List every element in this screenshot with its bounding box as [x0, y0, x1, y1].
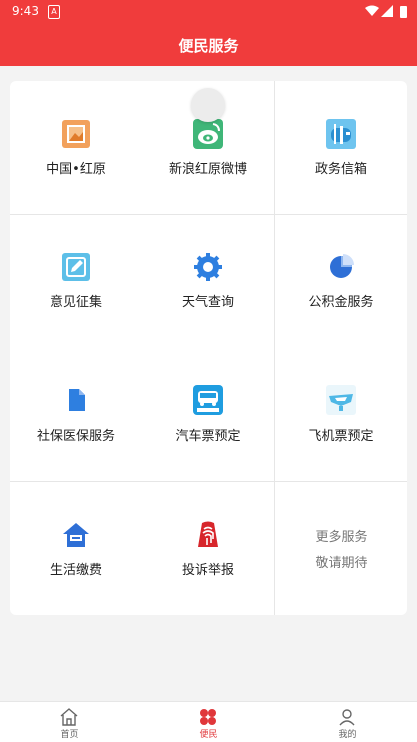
gear-icon	[194, 253, 222, 281]
airplane-icon	[326, 385, 356, 415]
service-china-hongyuan[interactable]: 中国•红原	[10, 81, 142, 214]
service-social-insurance[interactable]: 社保医保服务	[10, 347, 142, 481]
wifi-icon	[365, 5, 379, 16]
service-label: 飞机票预定	[308, 429, 374, 444]
service-housing-fund[interactable]: 公积金服务	[275, 214, 407, 347]
service-opinion[interactable]: 意见征集	[10, 214, 142, 347]
service-utility-payment[interactable]: 生活缴费	[10, 482, 142, 615]
notification-icon: A	[48, 5, 60, 19]
service-label: 新浪红原微博	[168, 162, 247, 177]
service-complaint[interactable]: 投诉举报	[142, 482, 274, 615]
status-time: 9:43	[12, 4, 39, 18]
tab-label: 我的	[338, 730, 357, 740]
page-title: 便民服务	[178, 36, 239, 55]
service-label: 意见征集	[49, 295, 102, 310]
bus-icon	[193, 385, 223, 415]
document-icon	[69, 389, 85, 411]
signal-icon	[381, 5, 393, 17]
touch-ripple	[191, 88, 225, 122]
tab-home[interactable]: 首页	[0, 702, 139, 742]
service-bus-ticket[interactable]: 汽车票预定	[142, 347, 274, 481]
house-icon	[63, 523, 89, 547]
bottom-tab-bar: 首页 便民 我的	[0, 701, 417, 742]
tab-label: 首页	[60, 730, 79, 740]
user-icon	[339, 709, 355, 726]
service-gov-mailbox[interactable]: 政务信箱	[275, 81, 407, 214]
stay-tuned-text: 敬请期待	[315, 556, 368, 571]
service-weather[interactable]: 天气查询	[142, 214, 274, 347]
status-bar: 9:43 A	[0, 0, 417, 24]
services-card: 中国•红原 新浪红原微博 政务信箱 意见征集 天气查询 公积金服务 社保医保服务…	[10, 81, 407, 615]
mailbox-icon	[326, 119, 356, 149]
tab-label: 便民	[199, 730, 218, 740]
home-icon	[60, 708, 78, 726]
more-services-text: 更多服务	[315, 530, 368, 545]
grid-icon	[200, 709, 216, 725]
page-title-bar: 便民服务	[0, 24, 417, 66]
tab-services[interactable]: 便民	[139, 702, 278, 742]
pie-chart-icon	[330, 254, 354, 278]
battery-icon	[400, 6, 407, 18]
service-label: 社保医保服务	[36, 429, 115, 444]
weibo-icon	[193, 119, 223, 149]
tab-mine[interactable]: 我的	[278, 702, 417, 742]
edit-note-icon	[62, 253, 90, 281]
service-label: 公积金服务	[308, 295, 374, 310]
fingerprint-icon	[198, 521, 218, 547]
service-label: 投诉举报	[181, 563, 234, 578]
picture-frame-icon	[62, 120, 90, 148]
service-label: 政务信箱	[314, 162, 367, 177]
service-label: 天气查询	[181, 295, 234, 310]
service-label: 生活缴费	[49, 563, 102, 578]
service-label: 汽车票预定	[175, 429, 241, 444]
service-flight-ticket[interactable]: 飞机票预定	[275, 347, 407, 481]
service-label: 中国•红原	[46, 162, 106, 177]
